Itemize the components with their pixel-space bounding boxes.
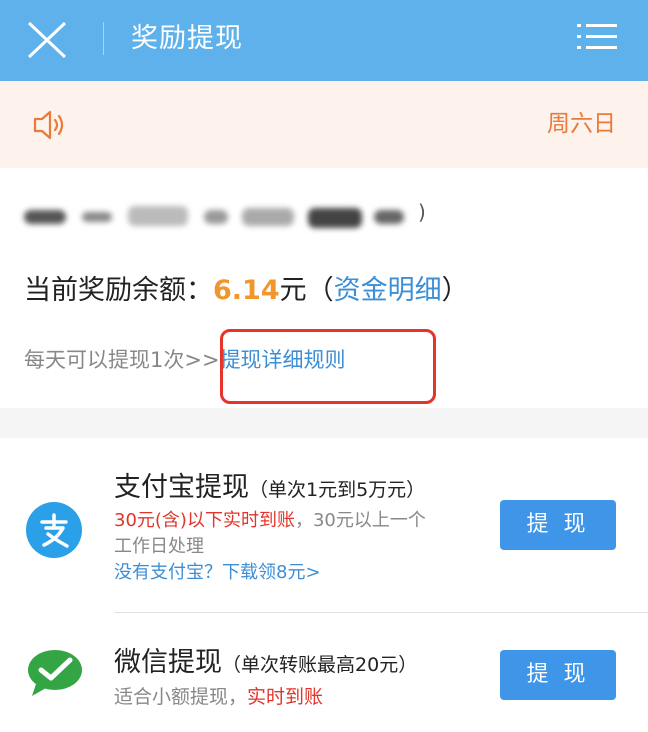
withdraw-limit-text: 每天可以提现1次>>	[24, 348, 220, 372]
alipay-subtitle: （单次1元到5万元）	[249, 479, 426, 501]
alipay-icon	[26, 502, 82, 558]
speaker-icon	[33, 110, 64, 140]
close-icon[interactable]	[26, 20, 68, 60]
wechat-realtime-text: 实时到账	[247, 686, 324, 708]
alipay-desc-text: ，30元以上一个	[294, 510, 426, 531]
wechat-title: 微信提现（单次转账最高20元）	[114, 645, 417, 683]
notice-text: 周六日	[547, 111, 616, 137]
wechat-subtitle-amount: 20元	[355, 654, 399, 676]
alipay-title-text: 支付宝提现	[114, 472, 249, 503]
wechat-desc-text: 适合小额提现，	[114, 686, 248, 708]
header-divider	[103, 22, 104, 55]
section-gap	[0, 408, 648, 438]
alipay-desc-line2: 工作日处理	[114, 536, 204, 557]
alipay-desc-line1: 30元(含)以下实时到账，30元以上一个	[114, 508, 426, 534]
wechat-desc-line: 适合小额提现，实时到账	[114, 684, 323, 710]
download-alipay-link[interactable]: 没有支付宝？下载领8元>	[114, 560, 321, 586]
account-suffix: )	[418, 200, 426, 224]
wechat-icon	[28, 650, 82, 696]
alipay-title: 支付宝提现（单次1元到5万元）	[114, 470, 425, 508]
fund-details-link[interactable]: 资金明细	[334, 275, 442, 306]
alipay-withdraw-button[interactable]: 提 现	[500, 500, 616, 550]
top-bar: 奖励提现	[0, 0, 648, 81]
wechat-subtitle-pre: （单次转账最高	[222, 654, 356, 676]
wechat-withdraw-button[interactable]: 提 现	[500, 650, 616, 700]
page-title: 奖励提现	[131, 23, 243, 54]
balance-line: 当前奖励余额：6.14元（资金明细）	[24, 270, 469, 312]
account-info-obscured: )	[24, 200, 426, 234]
list-menu-icon[interactable]	[576, 22, 618, 52]
balance-close-paren: ）	[441, 275, 469, 306]
highlight-box	[220, 329, 436, 404]
alipay-realtime-text: 30元(含)以下实时到账	[114, 510, 295, 531]
balance-label: 当前奖励余额：	[24, 275, 213, 306]
balance-unit: 元（	[279, 275, 334, 306]
row-divider	[114, 612, 648, 613]
wechat-subtitle-post: ）	[398, 654, 418, 676]
wechat-title-text: 微信提现	[114, 647, 222, 678]
balance-amount: 6.14	[213, 275, 280, 306]
